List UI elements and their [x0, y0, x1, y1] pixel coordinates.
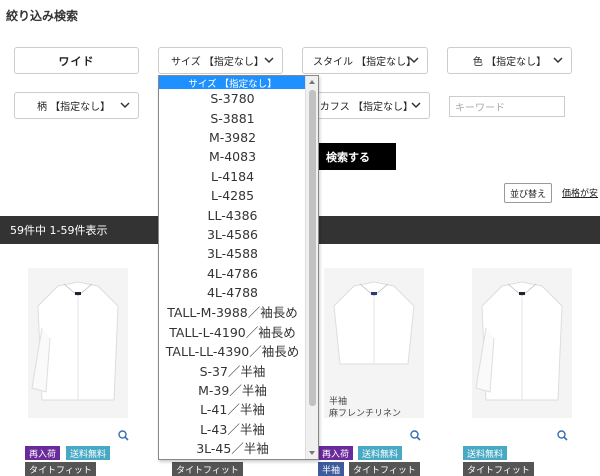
size-option[interactable]: S-37／半袖 — [159, 360, 306, 379]
free-shipping-badge: 送料無料 — [463, 446, 508, 460]
size-option[interactable]: 3L-4586 — [159, 225, 306, 244]
shirt-image — [472, 268, 572, 418]
scroll-up-icon[interactable] — [309, 80, 315, 84]
chevron-down-icon — [553, 57, 563, 64]
zoom-icon[interactable] — [410, 430, 421, 441]
color-select[interactable]: 色 【指定なし】 — [447, 47, 572, 74]
free-shipping-badge: 送料無料 — [358, 446, 403, 460]
sort-price-link[interactable]: 価格が安 — [562, 186, 598, 199]
size-option[interactable]: M-4083 — [159, 147, 306, 166]
size-option[interactable]: S-3881 — [159, 108, 306, 127]
size-option[interactable]: S-3780 — [159, 89, 306, 108]
restock-badge: 再入荷 — [318, 446, 354, 460]
size-option[interactable]: TALL-LL-4390／袖長め — [159, 341, 306, 360]
scroll-down-icon[interactable] — [309, 451, 315, 455]
search-button-label: 検索する — [326, 150, 370, 164]
chevron-down-icon — [411, 102, 421, 109]
size-option[interactable]: L-4285 — [159, 186, 306, 205]
size-option[interactable]: L-43／半袖 — [159, 419, 306, 438]
scrollbar-thumb[interactable] — [309, 90, 316, 406]
pattern-select[interactable]: 柄 【指定なし】 — [14, 92, 139, 119]
product-card-4[interactable] — [472, 268, 572, 418]
size-select[interactable]: サイズ 【指定なし】 — [158, 47, 283, 74]
chevron-down-icon — [409, 57, 419, 64]
size-option[interactable]: 4L-4788 — [159, 283, 306, 302]
fit-tag: タイトフィット — [172, 462, 243, 476]
size-dropdown-list[interactable]: サイズ 【指定なし】 S-3780 S-3881 M-3982 M-4083 L… — [158, 75, 319, 460]
wide-filter-button[interactable]: ワイド — [14, 47, 139, 74]
filter-heading: 絞り込み検索 — [6, 9, 79, 23]
size-option[interactable]: TALL-M-3988／袖長め — [159, 302, 306, 321]
style-select[interactable]: スタイル 【指定なし】 — [302, 47, 428, 74]
fit-tag: タイトフィット — [349, 462, 420, 476]
size-option[interactable]: M-3982 — [159, 128, 306, 147]
zoom-icon[interactable] — [557, 430, 568, 441]
size-option[interactable]: TALL-L-4190／袖長め — [159, 322, 306, 341]
size-option[interactable]: 3L-4588 — [159, 244, 306, 263]
size-options: サイズ 【指定なし】 S-3780 S-3881 M-3982 M-4083 L… — [159, 76, 306, 457]
chevron-down-icon — [120, 102, 130, 109]
restock-badge: 再入荷 — [25, 446, 61, 460]
product-caption-line2: 麻フレンチリネン — [329, 409, 402, 419]
short-sleeve-tag: 半袖 — [318, 462, 345, 476]
size-option[interactable]: L-4184 — [159, 167, 306, 186]
size-select-label: サイズ 【指定なし】 — [171, 57, 264, 68]
color-select-label: 色 【指定なし】 — [472, 57, 547, 68]
size-option[interactable]: L-41／半袖 — [159, 399, 306, 418]
size-option[interactable]: 3L-45／半袖 — [159, 438, 306, 457]
size-option-none[interactable]: サイズ 【指定なし】 — [159, 76, 306, 90]
fit-tag: タイトフィット — [463, 462, 534, 476]
shirt-image — [28, 268, 128, 418]
zoom-icon[interactable] — [118, 430, 129, 441]
dropdown-scrollbar[interactable] — [305, 76, 318, 459]
wide-filter-label: ワイド — [58, 54, 95, 68]
sort-button[interactable]: 並び替え — [504, 183, 552, 203]
size-option[interactable]: M-39／半袖 — [159, 380, 306, 399]
pattern-select-label: 柄 【指定なし】 — [37, 102, 111, 113]
product-card-1[interactable] — [28, 268, 128, 418]
free-shipping-badge: 送料無料 — [66, 446, 111, 460]
size-option[interactable]: LL-4386 — [159, 205, 306, 224]
chevron-down-icon — [264, 57, 274, 64]
fit-tag: タイトフィット — [25, 462, 96, 476]
style-select-label: スタイル 【指定なし】 — [313, 57, 417, 68]
results-count-text: 59件中 1-59件表示 — [10, 224, 108, 237]
keyword-input[interactable]: キーワード — [449, 96, 565, 117]
size-option[interactable]: 4L-4786 — [159, 264, 306, 283]
